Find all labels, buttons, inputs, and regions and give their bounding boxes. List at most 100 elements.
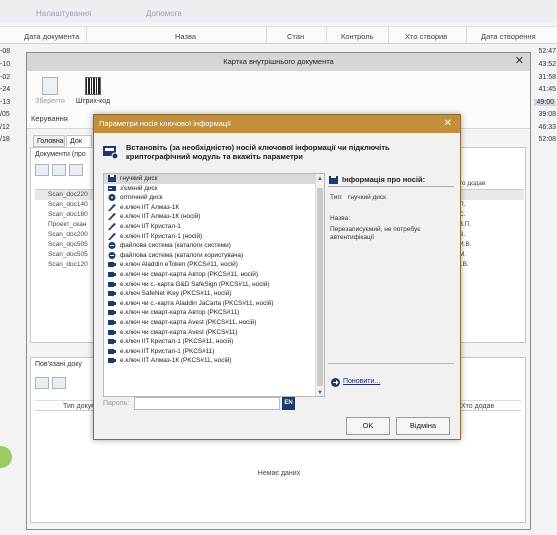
usb-key-icon xyxy=(108,232,116,240)
list-item[interactable]: е.ключ чи смарт-карта Avest (PKCS#11, но… xyxy=(104,318,324,328)
list-item[interactable]: е.ключ чи смарт-карта Avest (PKCS#11) xyxy=(104,328,324,338)
table-cell: И.В. xyxy=(459,241,472,248)
token-icon xyxy=(108,358,116,364)
floppy-icon xyxy=(329,176,338,184)
list-item[interactable]: файлова система (каталоги системи) xyxy=(104,241,324,251)
media-list[interactable]: гнучкий диск з'ємний диск оптичний диск … xyxy=(103,173,325,397)
table-cell: М. xyxy=(459,251,467,258)
list-item[interactable]: е.ключ чи с.-карта Aladdin JaCarta (PKCS… xyxy=(104,299,324,309)
arrow-right-icon xyxy=(331,378,340,387)
list-item[interactable]: е.ключ чи смарт-карта Автор (PKCS#11, но… xyxy=(104,270,324,280)
divider xyxy=(328,363,454,364)
dialog-header: Встановіть (за необхідністю) носій ключо… xyxy=(100,139,454,169)
keyboard-language-indicator: EN xyxy=(282,397,295,410)
list-item[interactable]: е.ключ ІІТ Кристал-1 (PKCS#11) xyxy=(104,347,324,357)
usb-key-icon xyxy=(108,222,116,230)
info-type-value: гнучкий диск xyxy=(348,194,387,201)
token-icon xyxy=(108,281,116,287)
remove-related-icon[interactable] xyxy=(52,377,66,389)
add-document-icon[interactable] xyxy=(35,164,49,176)
barcode-icon xyxy=(85,77,101,95)
save-button[interactable]: Зберегти xyxy=(33,77,67,105)
filesystem-icon xyxy=(108,242,116,250)
media-info-title: Інформація про носій: xyxy=(328,173,454,187)
scroll-down-icon[interactable]: ▼ xyxy=(316,390,324,396)
barcode-button[interactable]: Штрих-код xyxy=(73,77,113,105)
info-note: Перезаписуємий, не потребує автентифікац… xyxy=(330,226,421,241)
list-item[interactable]: з'ємний диск xyxy=(104,184,324,194)
col-created-by[interactable]: Хто створив xyxy=(405,32,447,41)
refresh-link[interactable]: Поновити... xyxy=(331,378,380,387)
table-cell: С. xyxy=(459,211,466,218)
documents-caption: Документи (про xyxy=(35,151,86,158)
token-icon xyxy=(108,329,116,335)
close-icon[interactable]: ✕ xyxy=(444,115,452,133)
list-item[interactable]: е.ключ ІІТ Алмаз-1К xyxy=(104,203,324,213)
empty-state-text: Немає даних xyxy=(257,470,301,477)
list-item[interactable]: гнучкий диск xyxy=(104,174,324,184)
table-cell: В. xyxy=(459,231,466,238)
delete-document-icon[interactable] xyxy=(69,164,83,176)
scrollbar-thumb[interactable] xyxy=(317,188,323,386)
usb-key-icon xyxy=(108,213,116,221)
card-title: Картка внутрішнього документа xyxy=(223,57,334,66)
list-item[interactable]: е.ключ SafeNet iKey (PKCS#11, носій) xyxy=(104,289,324,299)
scroll-up-icon[interactable]: ▲ xyxy=(316,176,324,182)
token-icon xyxy=(108,262,116,268)
close-icon[interactable]: ✕ xyxy=(515,53,524,70)
media-list-scrollbar[interactable]: ▲ ▼ xyxy=(315,174,324,396)
related-caption: Пов'язані доку xyxy=(35,361,82,368)
password-field[interactable] xyxy=(134,397,280,410)
list-item[interactable]: е.ключ ІІТ Кристал-1 (PKCS#11, носій) xyxy=(104,337,324,347)
list-item[interactable]: е.ключ ІІТ Кристал-1 xyxy=(104,222,324,232)
dialog-instructions: Встановіть (за необхідністю) носій ключо… xyxy=(126,143,390,161)
ribbon-group-label: Керування xyxy=(31,114,68,123)
info-name-label: Назва: xyxy=(330,215,351,222)
col-name[interactable]: Назва xyxy=(175,32,196,41)
col-doc-date[interactable]: Дата документа xyxy=(24,32,79,41)
cancel-button[interactable]: Відміна xyxy=(396,417,450,435)
added-by-header[interactable]: то додав xyxy=(456,180,524,190)
documents-toolbar xyxy=(35,164,86,178)
removable-disk-icon xyxy=(108,185,116,191)
optical-disk-icon xyxy=(108,194,116,202)
edit-document-icon[interactable] xyxy=(52,164,66,176)
col-state[interactable]: Стан xyxy=(287,32,304,41)
table-cell: П. xyxy=(459,201,466,208)
list-item[interactable]: е.ключ чи смарт-карта Автор (PKCS#11) xyxy=(104,308,324,318)
list-item[interactable]: е.ключ чи с.-карта G&D SafeSign (PKCS#11… xyxy=(104,280,324,290)
menu-settings[interactable]: Налаштування xyxy=(36,9,91,18)
tab-documents[interactable]: Док xyxy=(66,135,92,147)
menu-help[interactable]: Допомога xyxy=(146,9,182,18)
key-media-icon xyxy=(103,146,119,160)
dialog-title: Параметри носія ключової інформації xyxy=(99,119,231,128)
list-item[interactable]: е.ключ ІІТ Алмаз-1К (носій) xyxy=(104,212,324,222)
ok-button[interactable]: OK xyxy=(346,417,390,435)
status-circle-icon xyxy=(0,446,12,468)
save-icon xyxy=(42,77,58,95)
col-created-date[interactable]: Дата створення xyxy=(481,32,536,41)
added-by-column: то додав П. С. З.П. В. И.В. М. І.В. xyxy=(456,180,524,270)
app-menu-bar: Налаштування Допомога xyxy=(0,0,557,22)
add-related-icon[interactable] xyxy=(35,377,49,389)
token-icon xyxy=(108,271,116,277)
token-icon xyxy=(108,291,116,297)
col-added-by[interactable]: Хто додав xyxy=(461,403,494,410)
list-item[interactable]: е.ключ ІІТ Кристал-1 (носій) xyxy=(104,232,324,242)
token-icon xyxy=(108,348,116,354)
table-cell: З.П. xyxy=(459,221,472,228)
token-icon xyxy=(108,319,116,325)
table-cell xyxy=(456,190,524,200)
list-item[interactable]: е.ключ ІІТ Алмаз-1К (PKCS#11, носій) xyxy=(104,356,324,366)
list-item[interactable]: оптичний диск xyxy=(104,193,324,203)
info-type-label: Тип: xyxy=(330,194,343,201)
related-toolbar xyxy=(35,377,69,391)
tab-main[interactable]: Головна xyxy=(33,135,65,147)
usb-key-icon xyxy=(108,203,116,211)
list-item[interactable]: файлова система (каталоги користувача) xyxy=(104,251,324,261)
token-icon xyxy=(108,300,116,306)
floppy-icon xyxy=(108,175,116,182)
list-item[interactable]: е.ключ Aladdin eToken (PKCS#11, носій) xyxy=(104,260,324,270)
col-control[interactable]: Контроль xyxy=(341,32,374,41)
documents-grid-header: Дата документа Назва Стан Контроль Хто с… xyxy=(0,26,557,44)
